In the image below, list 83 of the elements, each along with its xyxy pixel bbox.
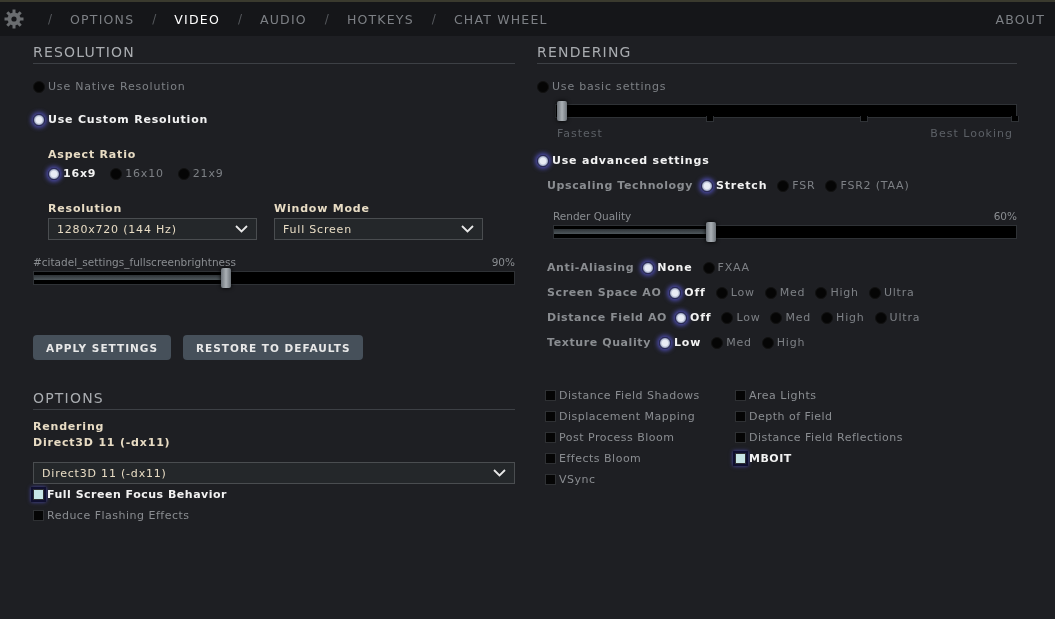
setting-label: Upscaling Technology xyxy=(547,179,693,192)
radio-option[interactable]: Use Custom Resolution xyxy=(33,113,209,126)
checkbox-option[interactable]: MBOIT xyxy=(735,448,935,469)
section-title: OPTIONS xyxy=(33,390,515,410)
dropdown[interactable]: Direct3D 11 (-dx11) xyxy=(33,462,515,484)
slider-thumb[interactable] xyxy=(557,101,567,121)
radio-option[interactable]: Use Native Resolution xyxy=(33,80,186,93)
checkbox-option[interactable]: Area Lights xyxy=(735,385,935,406)
slider-label: Render Quality xyxy=(553,210,632,222)
setting-label: Screen Space AO xyxy=(547,286,662,299)
nav-tab[interactable]: AUDIO xyxy=(248,11,319,27)
checkbox-option[interactable]: VSync xyxy=(545,469,735,490)
slider-max-label: Best Looking xyxy=(930,127,1013,140)
section-title: RESOLUTION xyxy=(33,44,515,64)
radio-option[interactable]: Ultra xyxy=(868,286,915,299)
slider-tick xyxy=(859,116,868,122)
radio-option[interactable]: Ultra xyxy=(874,311,921,324)
dropdown[interactable]: Full Screen xyxy=(274,218,483,240)
checkbox-option[interactable]: Reduce Flashing Effects xyxy=(33,505,515,526)
radio-option[interactable]: Off xyxy=(669,286,706,299)
radio-option[interactable]: Use advanced settings xyxy=(537,154,710,167)
nav-tab[interactable]: CHAT WHEEL xyxy=(441,11,560,27)
checkbox-option[interactable]: Distance Field Shadows xyxy=(545,385,735,406)
nav-tab[interactable]: HOTKEYS xyxy=(334,11,426,27)
radio-option[interactable]: 16x10 xyxy=(110,167,164,180)
dropdown[interactable]: 1280x720 (144 Hz) xyxy=(48,218,257,240)
radio-option[interactable]: Use basic settings xyxy=(537,80,667,93)
nav-separator: / xyxy=(430,12,437,26)
action-button[interactable]: RESTORE TO DEFAULTS xyxy=(183,335,364,360)
nav-separator: / xyxy=(236,12,243,26)
slider-tick xyxy=(1010,116,1019,122)
nav-tab[interactable]: OPTIONS xyxy=(58,11,147,27)
radio-option[interactable]: Low xyxy=(715,286,755,299)
radio-option[interactable]: High xyxy=(815,286,859,299)
chevron-down-icon xyxy=(493,469,506,477)
settings-icon[interactable] xyxy=(4,9,24,29)
checkbox-option[interactable]: Effects Bloom xyxy=(545,448,735,469)
slider-value: 90% xyxy=(491,256,515,268)
radio-option[interactable]: Low xyxy=(659,336,702,349)
nav-separator: / xyxy=(47,12,54,26)
field-label: Rendering xyxy=(33,420,106,433)
radio-option[interactable]: Stretch xyxy=(701,179,768,192)
action-button[interactable]: APPLY SETTINGS xyxy=(33,335,171,360)
checkbox-option[interactable]: Distance Field Reflections xyxy=(735,427,935,448)
setting-label: Distance Field AO xyxy=(547,311,668,324)
nav-tab[interactable]: VIDEO xyxy=(162,11,232,27)
slider-track[interactable] xyxy=(553,225,1017,239)
chevron-down-icon xyxy=(235,225,248,233)
nav-separator: / xyxy=(323,12,330,26)
checkbox-option[interactable]: Depth of Field xyxy=(735,406,935,427)
setting-label: Anti-Aliasing xyxy=(547,261,635,274)
radio-option[interactable]: Med xyxy=(770,311,812,324)
radio-option[interactable]: FXAA xyxy=(702,261,750,274)
radio-option[interactable]: Med xyxy=(711,336,752,349)
radio-option[interactable]: Low xyxy=(721,311,761,324)
slider-value: 60% xyxy=(993,210,1017,222)
setting-label: Texture Quality xyxy=(547,336,651,349)
slider-label: #citadel_settings_fullscreenbrightness xyxy=(33,256,236,268)
slider-tick xyxy=(706,116,715,122)
about-link[interactable]: ABOUT xyxy=(995,11,1045,27)
radio-option[interactable]: FSR2 (TAA) xyxy=(825,179,910,192)
field-label: Aspect Ratio xyxy=(48,148,138,161)
slider-thumb[interactable] xyxy=(706,222,717,242)
slider-min-label: Fastest xyxy=(557,127,603,140)
chevron-down-icon xyxy=(461,225,474,233)
field-value: Direct3D 11 (-dx11) xyxy=(33,436,172,449)
checkbox-option[interactable]: Post Process Bloom xyxy=(545,427,735,448)
radio-option[interactable]: High xyxy=(821,311,865,324)
field-label: Window Mode xyxy=(274,202,371,215)
radio-option[interactable]: High xyxy=(761,336,806,349)
field-label: Resolution xyxy=(48,202,124,215)
checkbox-option[interactable]: Full Screen Focus Behavior xyxy=(33,484,515,505)
section-title: RENDERING xyxy=(537,44,1017,64)
radio-option[interactable]: 21x9 xyxy=(177,167,224,180)
radio-option[interactable]: None xyxy=(642,261,693,274)
nav-separator: / xyxy=(151,12,158,26)
radio-option[interactable]: 16x9 xyxy=(48,167,97,180)
radio-option[interactable]: Off xyxy=(675,311,712,324)
radio-option[interactable]: Med xyxy=(764,286,806,299)
checkbox-option[interactable]: Displacement Mapping xyxy=(545,406,735,427)
slider-thumb[interactable] xyxy=(221,268,231,288)
slider-track[interactable] xyxy=(33,271,515,285)
radio-option[interactable]: FSR xyxy=(777,179,816,192)
